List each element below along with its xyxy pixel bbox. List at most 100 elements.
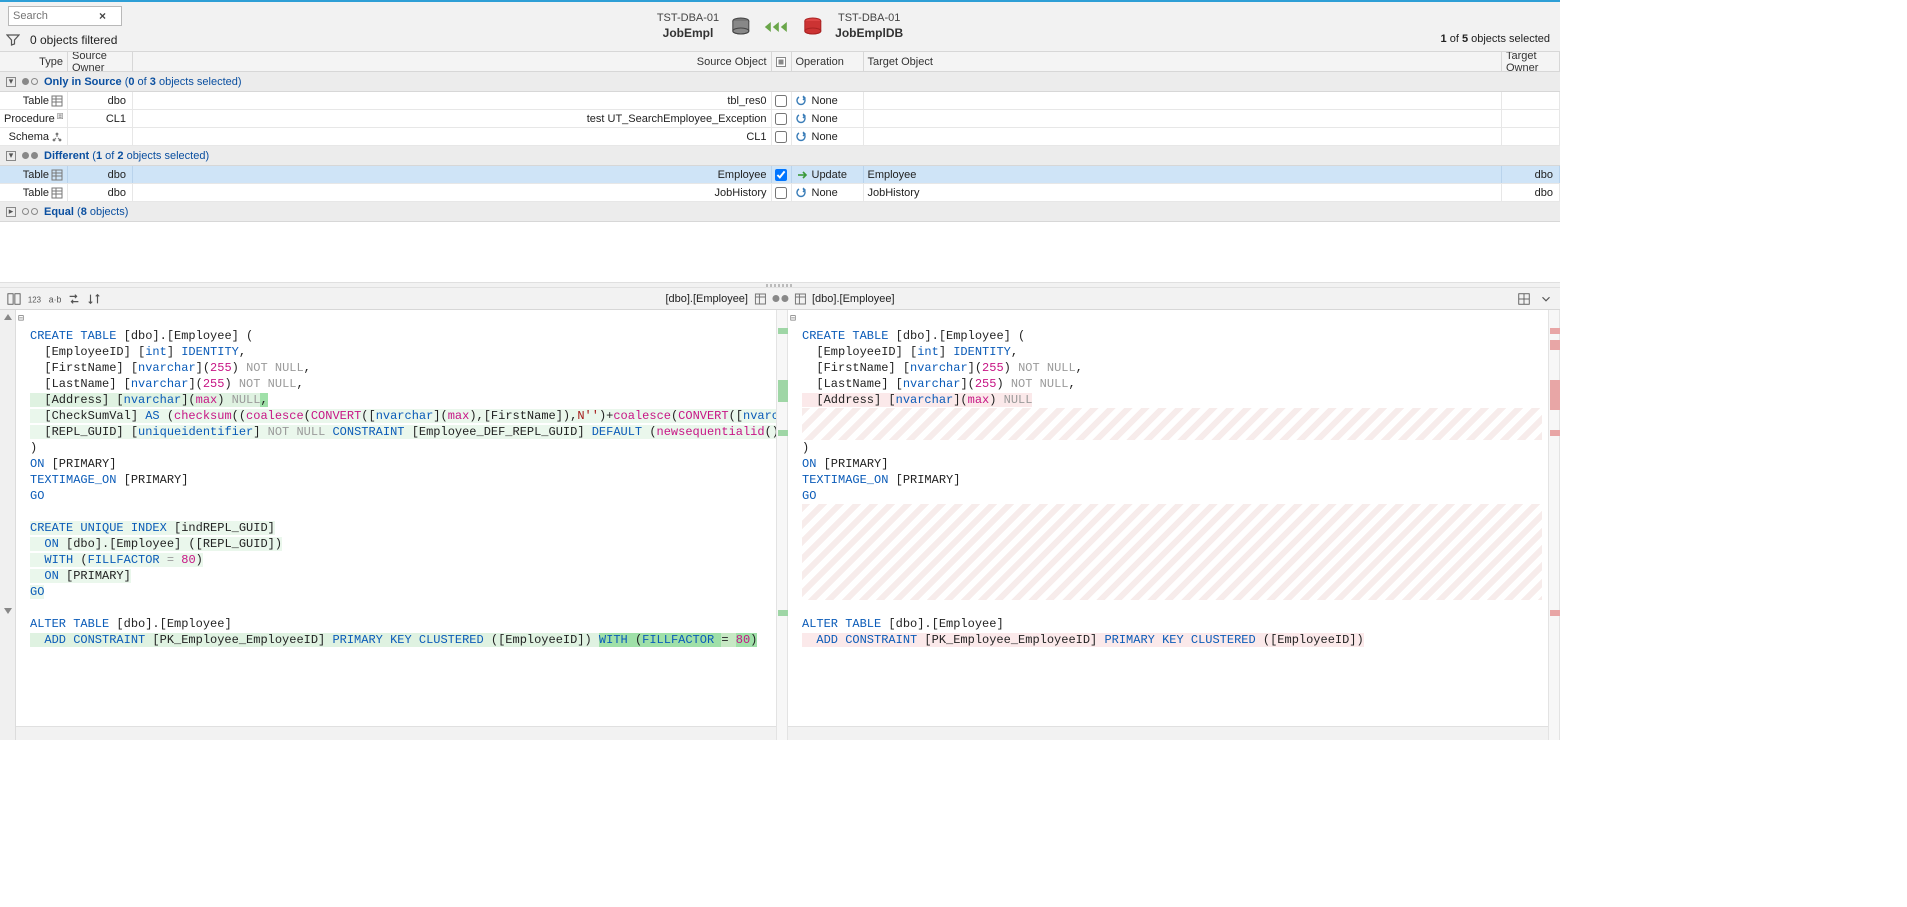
prev-diff-icon[interactable]	[2, 312, 14, 324]
cell-sown: CL1	[68, 110, 133, 127]
table-row[interactable]: Procedure CL1 test UT_SearchEmployee_Exc…	[0, 110, 1560, 128]
left-ddl-pane: ⊟CREATE TABLE [dbo].[Employee] ( [Employ…	[16, 310, 776, 740]
table-row[interactable]: Schema CL1 None	[0, 128, 1560, 146]
right-object-label: [dbo].[Employee]	[812, 293, 895, 305]
dropdown-icon[interactable]	[1538, 291, 1554, 307]
cell-sobj: test UT_SearchEmployee_Exception	[133, 110, 772, 127]
table-row[interactable]: Table dbo Employee Update Employee dbo	[0, 166, 1560, 184]
cell-sown: dbo	[68, 166, 133, 183]
update-icon	[796, 169, 808, 181]
collapse-toggle-icon[interactable]: ▾	[6, 77, 16, 87]
left-ddl-code[interactable]: ⊟CREATE TABLE [dbo].[Employee] ( [Employ…	[16, 310, 776, 726]
group-status-icon	[22, 152, 38, 159]
group-label: Equal (8 objects)	[44, 206, 128, 218]
group-status-icon	[22, 208, 38, 215]
row-checkbox[interactable]	[775, 187, 787, 199]
left-object-label: [dbo].[Employee]	[665, 293, 748, 305]
row-checkbox[interactable]	[775, 95, 787, 107]
source-database: JobEmpl	[663, 26, 714, 41]
col-target-object[interactable]: Target Object	[864, 52, 1503, 71]
svg-text:a·b: a·b	[49, 294, 61, 304]
table-row[interactable]: Table dbo tbl_res0 None	[0, 92, 1560, 110]
source-connection: TST-DBA-01 JobEmpl	[657, 12, 719, 41]
cell-op: None	[812, 95, 838, 107]
filter-bar: 0 objects filtered	[6, 33, 117, 47]
col-operation[interactable]: Operation	[792, 52, 864, 71]
cell-town: dbo	[1502, 166, 1560, 183]
cell-town: dbo	[1502, 184, 1560, 201]
sync-direction-icon	[763, 20, 791, 34]
cell-op: None	[812, 113, 838, 125]
rows-only-in-source: Table dbo tbl_res0 None Procedure CL1 te…	[0, 92, 1560, 146]
col-target-owner[interactable]: Target Owner	[1502, 52, 1560, 71]
row-checkbox[interactable]	[775, 169, 787, 181]
nav-gutter	[0, 310, 16, 740]
cell-sown: dbo	[68, 92, 133, 109]
grid-view-icon[interactable]	[1516, 291, 1532, 307]
source-database-icon	[729, 15, 753, 39]
svg-text:123: 123	[28, 295, 41, 304]
search-input[interactable]	[13, 10, 99, 22]
left-scrollbar[interactable]	[16, 726, 776, 740]
group-only-in-source[interactable]: ▾ Only in Source (0 of 3 objects selecte…	[0, 72, 1560, 92]
next-diff-icon[interactable]	[2, 604, 14, 616]
fold-icon[interactable]: ⊟	[18, 312, 24, 328]
col-source-object[interactable]: Source Object	[133, 52, 772, 71]
cell-sown: dbo	[68, 184, 133, 201]
target-database: JobEmplDB	[835, 26, 903, 41]
col-type[interactable]: Type	[0, 52, 68, 71]
filter-icon[interactable]	[6, 33, 20, 47]
right-ddl-pane: ⊟CREATE TABLE [dbo].[Employee] ( [Employ…	[788, 310, 1548, 740]
col-checkbox[interactable]	[772, 52, 792, 71]
row-checkbox[interactable]	[775, 131, 787, 143]
cell-sobj: tbl_res0	[133, 92, 772, 109]
skip-icon	[796, 131, 808, 143]
group-different[interactable]: ▾ Different (1 of 2 objects selected)	[0, 146, 1560, 166]
collapse-toggle-icon[interactable]: ▸	[6, 207, 16, 217]
cell-op: None	[812, 187, 838, 199]
group-equal[interactable]: ▸ Equal (8 objects)	[0, 202, 1560, 222]
table-icon	[754, 293, 766, 305]
col-source-owner[interactable]: Source Owner	[68, 52, 133, 71]
cell-tobj	[864, 92, 1503, 109]
table-icon	[51, 95, 63, 107]
cell-town	[1502, 92, 1560, 109]
app: × 0 objects filtered TST-DBA-01 JobEmpl	[0, 0, 1560, 740]
table-row[interactable]: Table dbo JobHistory None JobHistory dbo	[0, 184, 1560, 202]
cell-op: Update	[812, 169, 847, 181]
whitespace-icon[interactable]: 123	[26, 291, 42, 307]
cell-type: Table	[23, 187, 49, 199]
swap-icon[interactable]	[66, 291, 82, 307]
right-ddl-code[interactable]: ⊟CREATE TABLE [dbo].[Employee] ( [Employ…	[788, 310, 1548, 726]
toggle-panes-icon[interactable]	[6, 291, 22, 307]
fold-icon[interactable]: ⊟	[790, 312, 796, 328]
cell-sobj: JobHistory	[133, 184, 772, 201]
cell-tobj: JobHistory	[864, 184, 1503, 201]
diff-mode-icon[interactable]: a·b	[46, 291, 62, 307]
source-server: TST-DBA-01	[657, 12, 719, 26]
cell-town	[1502, 110, 1560, 127]
cell-sobj: Employee	[133, 166, 772, 183]
cell-type: Procedure	[4, 113, 55, 125]
group-label: Only in Source (0 of 3 objects selected)	[44, 76, 242, 88]
search-box[interactable]: ×	[8, 6, 122, 26]
cell-type: Table	[23, 169, 49, 181]
sort-icon[interactable]	[86, 291, 102, 307]
search-clear-icon[interactable]: ×	[99, 9, 106, 23]
target-database-icon	[801, 15, 825, 39]
table-icon	[51, 187, 63, 199]
cell-type: Table	[23, 95, 49, 107]
skip-icon	[796, 187, 808, 199]
header-band: × 0 objects filtered TST-DBA-01 JobEmpl	[0, 2, 1560, 52]
right-scrollbar[interactable]	[788, 726, 1548, 740]
cell-tobj	[864, 128, 1503, 145]
procedure-icon	[57, 113, 63, 125]
table-icon	[794, 293, 806, 305]
collapse-toggle-icon[interactable]: ▾	[6, 151, 16, 161]
row-checkbox[interactable]	[775, 113, 787, 125]
right-overview-ruler[interactable]	[1548, 310, 1560, 740]
schema-icon	[51, 131, 63, 143]
skip-icon	[796, 95, 808, 107]
diff-panes: ⊟CREATE TABLE [dbo].[Employee] ( [Employ…	[0, 310, 1560, 740]
left-overview-ruler[interactable]	[776, 310, 788, 740]
